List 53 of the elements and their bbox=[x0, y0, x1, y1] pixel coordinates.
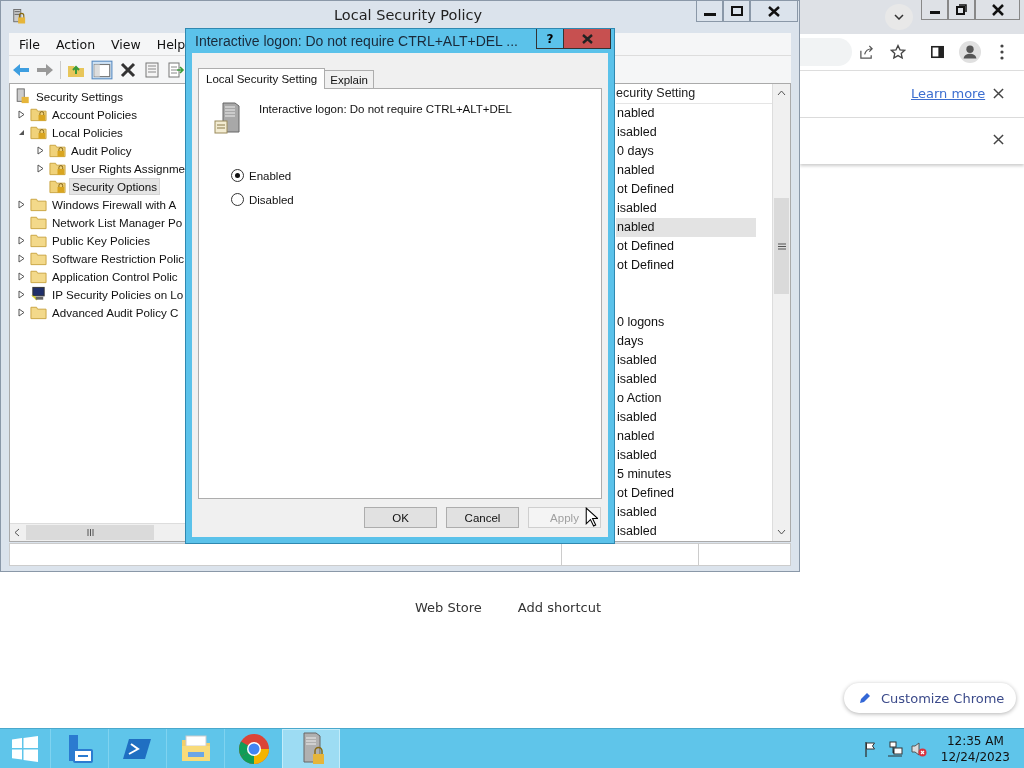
table-cell[interactable]: nabled bbox=[616, 161, 772, 180]
tree-item[interactable]: Windows Firewall with A bbox=[50, 196, 179, 212]
tree-item[interactable]: Advanced Audit Policy C bbox=[50, 304, 181, 320]
table-cell[interactable]: isabled bbox=[616, 370, 772, 389]
radio-option[interactable]: Disabled bbox=[231, 193, 294, 206]
tree-item[interactable]: User Rights Assignme bbox=[68, 160, 187, 176]
clock-time[interactable]: 12:35 AM bbox=[946, 733, 1004, 749]
menu-item[interactable]: Action bbox=[47, 36, 104, 52]
tree-item[interactable]: Security Options bbox=[69, 177, 161, 195]
tab[interactable]: Local Security Setting bbox=[198, 68, 326, 89]
tree-item[interactable]: Security Settings bbox=[34, 88, 125, 104]
tab[interactable]: Explain bbox=[324, 70, 374, 88]
table-cell[interactable]: 0 days bbox=[616, 142, 772, 161]
tree-item[interactable]: Network List Manager Po bbox=[50, 214, 185, 230]
dialog-button[interactable]: OK bbox=[364, 507, 437, 528]
table-cell[interactable]: nabled bbox=[616, 104, 772, 123]
tree-item[interactable]: Software Restriction Polic bbox=[50, 250, 187, 266]
window-title: Local Security Policy bbox=[334, 7, 483, 23]
table-cell[interactable]: isabled bbox=[616, 351, 772, 370]
policy-name: Interactive logon: Do not require CTRL+ALT+DEL bbox=[259, 103, 512, 115]
dialog-title: Interactive logon: Do not require CTRL+ALT+DEL ... bbox=[195, 33, 518, 49]
radio-option[interactable]: Enabled bbox=[231, 169, 292, 182]
tree-item[interactable]: Application Control Polic bbox=[50, 268, 180, 284]
table-cell[interactable]: isabled bbox=[616, 503, 772, 522]
tree-item[interactable]: IP Security Policies on Lo bbox=[50, 286, 186, 302]
learn-more-link[interactable]: Learn more bbox=[911, 86, 986, 101]
shortcut-label[interactable]: Web Store bbox=[415, 600, 482, 615]
tree-item[interactable]: Account Policies bbox=[50, 106, 140, 122]
table-cell[interactable]: ot Defined bbox=[616, 180, 772, 199]
tree-item[interactable]: Public Key Policies bbox=[50, 232, 152, 248]
table-cell[interactable]: isabled bbox=[616, 123, 772, 142]
table-cell[interactable]: o Action bbox=[616, 389, 772, 408]
table-cell[interactable]: ot Defined bbox=[616, 484, 772, 503]
table-cell[interactable]: days bbox=[616, 332, 772, 351]
table-cell[interactable]: 0 logons bbox=[616, 313, 772, 332]
shortcut-label[interactable]: Add shortcut bbox=[517, 600, 602, 615]
table-cell[interactable]: isabled bbox=[616, 446, 772, 465]
tree-item[interactable]: Audit Policy bbox=[69, 142, 134, 158]
table-cell[interactable]: isabled bbox=[616, 408, 772, 427]
table-cell[interactable]: nabled bbox=[616, 427, 772, 446]
table-cell[interactable]: 5 minutes bbox=[616, 465, 772, 484]
table-cell[interactable]: ot Defined bbox=[616, 237, 772, 256]
table-cell[interactable]: ot Defined bbox=[616, 256, 772, 275]
tree-item[interactable]: Local Policies bbox=[50, 124, 125, 140]
menu-item[interactable]: View bbox=[103, 36, 149, 52]
customize-chrome-button[interactable]: Customize Chrome bbox=[844, 683, 1017, 713]
table-cell[interactable]: isabled bbox=[616, 199, 772, 218]
menu-item[interactable]: File bbox=[11, 36, 48, 52]
clock-date[interactable]: 12/24/2023 bbox=[940, 749, 1010, 765]
dialog-button[interactable]: Cancel bbox=[446, 507, 519, 528]
table-cell[interactable]: nabled bbox=[616, 218, 756, 237]
table-cell[interactable]: isabled bbox=[616, 522, 772, 541]
help-button[interactable]: ? bbox=[536, 29, 564, 49]
